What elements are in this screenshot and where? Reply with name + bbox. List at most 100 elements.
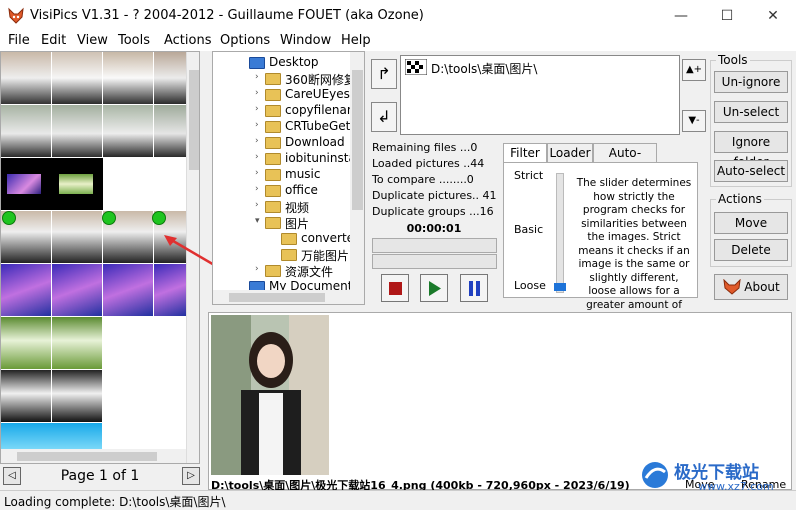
expand-right-icon[interactable]: › xyxy=(255,200,265,210)
tree-node[interactable]: ›copyfilenamecn xyxy=(213,103,364,119)
move-button[interactable]: Move xyxy=(714,212,788,234)
expand-right-icon[interactable]: › xyxy=(255,136,265,146)
tab-filter[interactable]: Filter xyxy=(503,143,547,164)
scroll-thumb[interactable] xyxy=(17,452,157,461)
folder-icon xyxy=(265,265,281,277)
slider-thumb[interactable] xyxy=(554,283,566,291)
tree-node-label: Desktop xyxy=(269,55,319,69)
folder-entry[interactable]: D:\tools\桌面\图片\ xyxy=(431,60,537,77)
thumbnail[interactable] xyxy=(52,211,102,263)
thumb-group[interactable] xyxy=(1,370,103,422)
play-button[interactable] xyxy=(420,274,448,302)
thumbnail[interactable] xyxy=(154,52,187,104)
tree-node[interactable]: › Download xyxy=(213,135,349,151)
tree-node[interactable]: › office xyxy=(213,183,349,199)
tree-node[interactable]: converted xyxy=(213,231,362,247)
thumbnail[interactable] xyxy=(1,52,51,104)
thumb-group[interactable] xyxy=(1,158,103,210)
tree-node[interactable]: Desktop xyxy=(213,55,349,71)
tree-vertical-scrollbar[interactable] xyxy=(350,52,364,290)
expand-right-icon[interactable]: › xyxy=(255,88,265,98)
move-folder-up-button[interactable]: ▲+ xyxy=(682,59,706,81)
menu-actions[interactable]: Actions xyxy=(164,33,212,48)
tree-node[interactable]: ▾ 图片 xyxy=(213,215,349,231)
expand-down-icon[interactable]: ▾ xyxy=(255,216,265,226)
add-folder-button[interactable]: ↱ xyxy=(371,59,397,89)
tree-node[interactable]: › CareUEyesPro xyxy=(213,87,364,103)
thumbnail[interactable] xyxy=(1,264,51,316)
similarity-slider[interactable] xyxy=(556,173,564,293)
tree-node[interactable]: ›iobituninstallerpj xyxy=(213,151,364,167)
expand-right-icon[interactable]: › xyxy=(255,184,265,194)
pause-button[interactable] xyxy=(460,274,488,302)
auto-select-button[interactable]: Auto-select xyxy=(714,160,788,182)
menu-view[interactable]: View xyxy=(77,33,108,48)
thumbnail[interactable] xyxy=(7,174,41,194)
thumb-group[interactable] xyxy=(1,105,187,157)
menu-bar: File Edit View Tools Actions Options Win… xyxy=(0,32,796,51)
about-button[interactable]: About xyxy=(714,274,788,300)
thumbnail[interactable] xyxy=(1,105,51,157)
thumbnail[interactable] xyxy=(59,174,93,194)
scroll-thumb[interactable] xyxy=(229,293,325,302)
stop-button[interactable] xyxy=(381,274,409,302)
thumb-group[interactable] xyxy=(1,52,187,104)
minimize-button[interactable]: — xyxy=(658,0,704,32)
expand-right-icon[interactable]: › xyxy=(255,104,265,114)
thumbnail[interactable] xyxy=(1,423,102,449)
selected-dot-icon xyxy=(102,211,116,225)
un-ignore-button[interactable]: Un-ignore xyxy=(714,71,788,93)
tree-node[interactable]: › CRTubeGet-1.5 xyxy=(213,119,364,135)
expand-right-icon[interactable]: › xyxy=(255,120,265,130)
tree-node[interactable]: 万能图片日 xyxy=(213,247,361,263)
tree-node[interactable]: › 360断网修复 xyxy=(213,71,356,87)
thumbnail-horizontal-scrollbar[interactable] xyxy=(1,449,186,463)
menu-edit[interactable]: Edit xyxy=(41,33,66,48)
prev-page-button[interactable]: ◁ xyxy=(3,467,21,485)
thumbnail[interactable] xyxy=(103,105,153,157)
tree-node[interactable]: › music xyxy=(213,167,349,183)
thumbnail[interactable] xyxy=(103,264,153,316)
tree-horizontal-scrollbar[interactable] xyxy=(213,290,364,304)
tree-node-label: 360断网修复 xyxy=(285,73,356,87)
thumbnail[interactable] xyxy=(154,264,187,316)
thumbnail[interactable] xyxy=(52,52,102,104)
expand-right-icon[interactable]: › xyxy=(255,264,265,274)
maximize-button[interactable]: ☐ xyxy=(704,0,750,32)
thumbnail[interactable] xyxy=(52,105,102,157)
thumbnail[interactable] xyxy=(52,264,102,316)
un-select-button[interactable]: Un-select xyxy=(714,101,788,123)
menu-help[interactable]: Help xyxy=(341,33,371,48)
menu-options[interactable]: Options xyxy=(220,33,270,48)
tree-node-label: music xyxy=(285,167,321,181)
scroll-thumb[interactable] xyxy=(189,70,199,170)
thumb-group[interactable] xyxy=(1,264,187,316)
move-folder-down-button[interactable]: ▼- xyxy=(682,110,706,132)
thumbnail[interactable] xyxy=(103,52,153,104)
thumbnail[interactable] xyxy=(1,370,51,422)
tab-loader[interactable]: Loader xyxy=(547,143,593,163)
folder-tree[interactable]: Desktop › 360断网修复›CareUEyesPro›copyfilenam… xyxy=(212,51,365,305)
scroll-thumb[interactable] xyxy=(352,70,363,210)
menu-file[interactable]: File xyxy=(8,33,30,48)
menu-tools[interactable]: Tools xyxy=(118,33,150,48)
expand-right-icon[interactable]: › xyxy=(255,168,265,178)
thumbnail[interactable] xyxy=(1,317,51,369)
ignore-folder-button[interactable]: Ignore folder xyxy=(714,131,788,169)
close-button[interactable]: ✕ xyxy=(750,0,796,32)
expand-right-icon[interactable]: › xyxy=(255,152,265,162)
thumb-group[interactable] xyxy=(1,423,103,449)
thumbnail[interactable] xyxy=(154,105,187,157)
folder-list[interactable]: D:\tools\桌面\图片\ xyxy=(400,55,680,135)
tree-node[interactable]: › 资源文件 xyxy=(213,263,349,279)
thumb-group[interactable] xyxy=(1,317,103,369)
expand-right-icon[interactable]: › xyxy=(255,72,265,82)
menu-window[interactable]: Window xyxy=(280,33,331,48)
thumbnail[interactable] xyxy=(52,370,102,422)
thumbnail[interactable] xyxy=(52,317,102,369)
delete-button[interactable]: Delete xyxy=(714,239,788,261)
tree-node[interactable]: › 视频 xyxy=(213,199,349,215)
next-page-button[interactable]: ▷ xyxy=(182,467,200,485)
remove-folder-button[interactable]: ↲ xyxy=(371,102,397,132)
tab-auto-select[interactable]: Auto-Select xyxy=(593,143,657,178)
